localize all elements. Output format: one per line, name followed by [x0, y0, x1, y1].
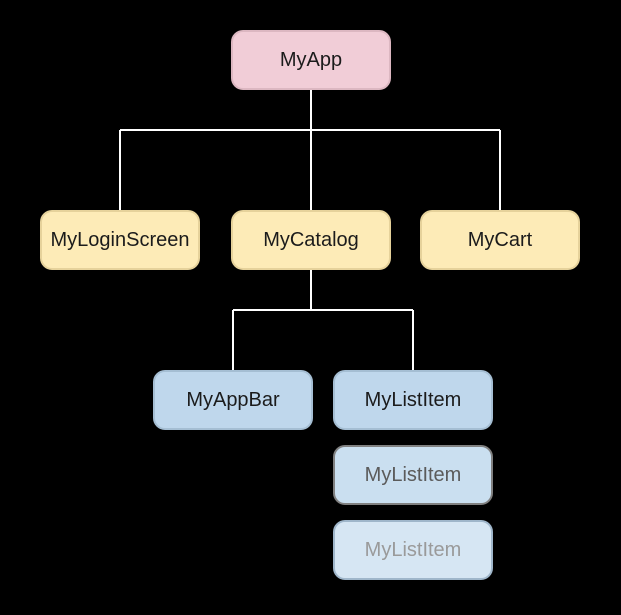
node-label: MyCatalog — [263, 229, 359, 252]
node-label: MyLoginScreen — [51, 229, 190, 252]
node-label: MyListItem — [365, 389, 462, 412]
node-mylistitem: MyListItem — [333, 520, 493, 580]
node-myapp: MyApp — [231, 30, 391, 90]
node-label: MyApp — [280, 49, 342, 72]
tree-edges — [0, 0, 621, 615]
node-label: MyCart — [468, 229, 532, 252]
node-mylistitem: MyListItem — [333, 445, 493, 505]
node-mycatalog: MyCatalog — [231, 210, 391, 270]
widget-tree-diagram: MyApp MyLoginScreen MyCatalog MyCart MyA… — [0, 0, 621, 615]
node-myloginscreen: MyLoginScreen — [40, 210, 200, 270]
node-mylistitem: MyListItem — [333, 370, 493, 430]
node-mycart: MyCart — [420, 210, 580, 270]
node-label: MyListItem — [365, 539, 462, 562]
node-label: MyAppBar — [186, 389, 279, 412]
node-myappbar: MyAppBar — [153, 370, 313, 430]
node-label: MyListItem — [365, 464, 462, 487]
